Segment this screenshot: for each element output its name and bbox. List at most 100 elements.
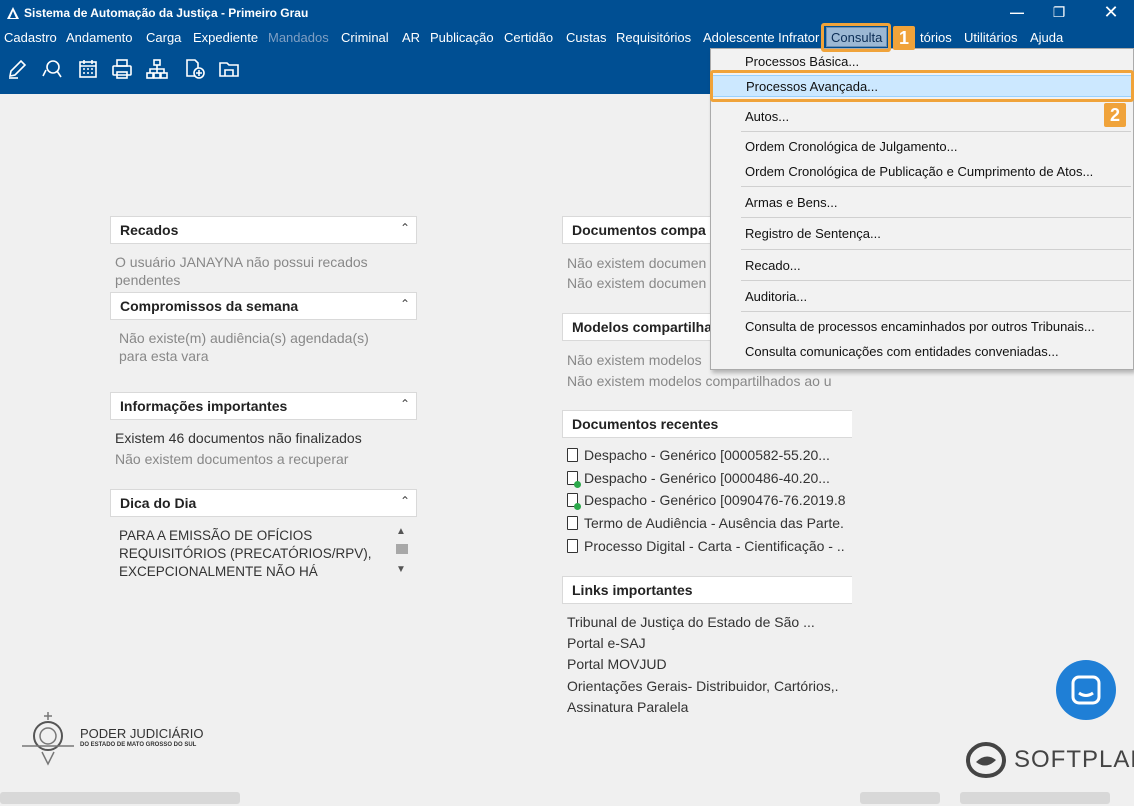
dica-scrollbar[interactable]: ▲ ▼ — [393, 526, 411, 578]
menu-mandados: Mandados — [268, 30, 329, 45]
menu-expediente[interactable]: Expediente — [193, 30, 258, 45]
scroll-thumb[interactable] — [396, 544, 408, 554]
link-esaj[interactable]: Portal e-SAJ — [567, 634, 646, 652]
hierarchy-icon[interactable] — [146, 58, 168, 80]
recados-panel-header[interactable]: Recados ⌃ — [110, 216, 417, 244]
chevron-up-icon[interactable]: ⌃ — [400, 494, 410, 508]
recent-document-label: Processo Digital - Carta - Cientificação… — [584, 538, 845, 554]
informacoes-panel-header[interactable]: Informações importantes ⌃ — [110, 392, 417, 420]
pj-subtitle: DO ESTADO DE MATO GROSSO DO SUL — [80, 742, 197, 748]
modelos-line1: Não existem modelos — [567, 352, 702, 368]
blurred-region — [960, 792, 1110, 804]
menu-ajuda[interactable]: Ajuda — [1030, 30, 1063, 45]
minimize-icon[interactable]: — — [994, 0, 1040, 26]
softplan-brand: SOFTPLAN — [1014, 746, 1134, 773]
app-logo-icon — [7, 7, 19, 19]
links-header[interactable]: Links importantes — [562, 576, 852, 604]
restore-icon[interactable]: ❐ — [1036, 0, 1082, 26]
softplan-logo: SOFTPLAN — [966, 740, 1134, 780]
menu-item-autos-label: Autos... — [745, 109, 790, 124]
recent-document-label: Despacho - Genérico [0090476-76.2019.8 — [584, 492, 846, 508]
menu-item-auditoria[interactable]: Auditoria... — [711, 286, 1133, 308]
recent-document-label: Termo de Audiência - Ausência das Parte. — [584, 515, 844, 531]
recent-document-item[interactable]: Processo Digital - Carta - Cientificação… — [567, 536, 845, 556]
scroll-down-icon[interactable]: ▼ — [396, 564, 406, 575]
dica-panel-header[interactable]: Dica do Dia ⌃ — [110, 489, 417, 517]
step-2-badge: 2 — [1104, 103, 1126, 127]
menu-publicacao[interactable]: Publicação — [430, 30, 494, 45]
folder-icon[interactable] — [218, 58, 240, 80]
menu-divider — [741, 280, 1131, 281]
calendar-icon[interactable] — [77, 58, 99, 80]
window-title: Sistema de Automação da Justiça - Primei… — [24, 6, 309, 20]
documentos-recuperar-text: Não existem documentos a recuperar — [115, 451, 349, 467]
signed-document-icon — [567, 493, 581, 510]
chevron-up-icon[interactable]: ⌃ — [400, 221, 410, 235]
recados-title: Recados — [120, 222, 179, 238]
menu-relatorios[interactable]: tórios — [920, 30, 952, 45]
documentos-nao-finalizados-link[interactable]: Existem 46 documentos não finalizados — [115, 429, 362, 447]
menu-item-recado[interactable]: Recado... — [711, 255, 1133, 277]
menu-divider — [741, 217, 1131, 218]
menu-custas[interactable]: Custas — [566, 30, 606, 45]
softplan-mark-icon — [966, 741, 1006, 779]
link-assinatura[interactable]: Assinatura Paralela — [567, 698, 688, 716]
menu-requisitorios[interactable]: Requisitórios — [616, 30, 691, 45]
recados-text: O usuário JANAYNA não possui recados pen… — [115, 254, 368, 288]
link-movjud[interactable]: Portal MOVJUD — [567, 655, 667, 673]
docs-recentes-header[interactable]: Documentos recentes — [562, 410, 852, 438]
title-bar: Sistema de Automação da Justiça - Primei… — [0, 0, 1134, 26]
docs-compartilhados-line2: Não existem documen — [567, 275, 707, 291]
dica-text: PARA A EMISSÃO DE OFÍCIOS REQUISITÓRIOS … — [119, 528, 372, 579]
recent-document-item[interactable]: Despacho - Genérico [0000486-40.20... — [567, 468, 830, 488]
scroll-up-icon[interactable]: ▲ — [396, 526, 406, 537]
menu-divider — [741, 186, 1131, 187]
menu-ar[interactable]: AR — [402, 30, 420, 45]
printer-icon[interactable] — [111, 58, 133, 80]
recent-document-label: Despacho - Genérico [0000486-40.20... — [584, 470, 830, 486]
modelos-line2: Não existem modelos compartilhados ao u — [567, 373, 832, 389]
compromissos-text: Não existe(m) audiência(s) agendada(s) p… — [119, 330, 369, 364]
add-document-icon[interactable] — [184, 58, 206, 80]
recent-document-item[interactable]: Despacho - Genérico [0000582-55.20... — [567, 445, 830, 465]
menu-utilitarios[interactable]: Utilitários — [964, 30, 1017, 45]
blurred-region — [860, 792, 940, 804]
docs-recentes-title: Documentos recentes — [572, 416, 719, 432]
signed-document-icon — [567, 471, 581, 488]
menu-certidao[interactable]: Certidão — [504, 30, 553, 45]
search-process-icon[interactable] — [40, 58, 62, 80]
edit-icon[interactable] — [6, 58, 28, 80]
link-tj[interactable]: Tribunal de Justiça do Estado de São ... — [567, 613, 815, 631]
informacoes-title: Informações importantes — [120, 398, 288, 414]
menu-cadastro[interactable]: Cadastro — [4, 30, 57, 45]
highlight-processos-avancada — [710, 70, 1134, 102]
menu-andamento[interactable]: Andamento — [66, 30, 133, 45]
menu-divider — [741, 249, 1131, 250]
links-title: Links importantes — [572, 582, 693, 598]
chevron-up-icon[interactable]: ⌃ — [400, 297, 410, 311]
link-orientacoes[interactable]: Orientações Gerais- Distribuidor, Cartór… — [567, 677, 839, 695]
menu-adolescente-infrator[interactable]: Adolescente Infrator — [703, 30, 819, 45]
menu-item-ordem-publicacao[interactable]: Ordem Cronológica de Publicação e Cumpri… — [711, 161, 1133, 183]
chat-icon — [1071, 675, 1101, 705]
menu-item-armas-bens[interactable]: Armas e Bens... — [711, 192, 1133, 214]
recent-document-item[interactable]: Termo de Audiência - Ausência das Parte. — [567, 513, 844, 533]
recent-document-item[interactable]: Despacho - Genérico [0090476-76.2019.8 — [567, 490, 846, 510]
menu-item-autos[interactable]: Autos... F — [711, 106, 1133, 128]
menu-bar: Cadastro Andamento Carga Expediente Mand… — [0, 26, 1134, 48]
dica-title: Dica do Dia — [120, 495, 197, 511]
compromissos-panel-header[interactable]: Compromissos da semana ⌃ — [110, 292, 417, 320]
document-icon — [567, 539, 578, 553]
chevron-up-icon[interactable]: ⌃ — [400, 397, 410, 411]
blurred-region — [0, 792, 240, 804]
menu-item-registro-sentenca[interactable]: Registro de Sentença... — [711, 223, 1133, 245]
close-icon[interactable]: ✕ — [1088, 0, 1134, 26]
menu-item-processos-outros-tribunais[interactable]: Consulta de processos encaminhados por o… — [711, 316, 1133, 338]
menu-item-ordem-julgamento[interactable]: Ordem Cronológica de Julgamento... — [711, 136, 1133, 158]
chat-button[interactable] — [1056, 660, 1116, 720]
court-seal-icon — [22, 712, 74, 766]
poder-judiciario-logo: PODER JUDICIÁRIO DO ESTADO DE MATO GROSS… — [18, 708, 238, 768]
menu-criminal[interactable]: Criminal — [341, 30, 389, 45]
menu-item-comunicacoes-entidades[interactable]: Consulta comunicações com entidades conv… — [711, 341, 1133, 363]
menu-carga[interactable]: Carga — [146, 30, 181, 45]
